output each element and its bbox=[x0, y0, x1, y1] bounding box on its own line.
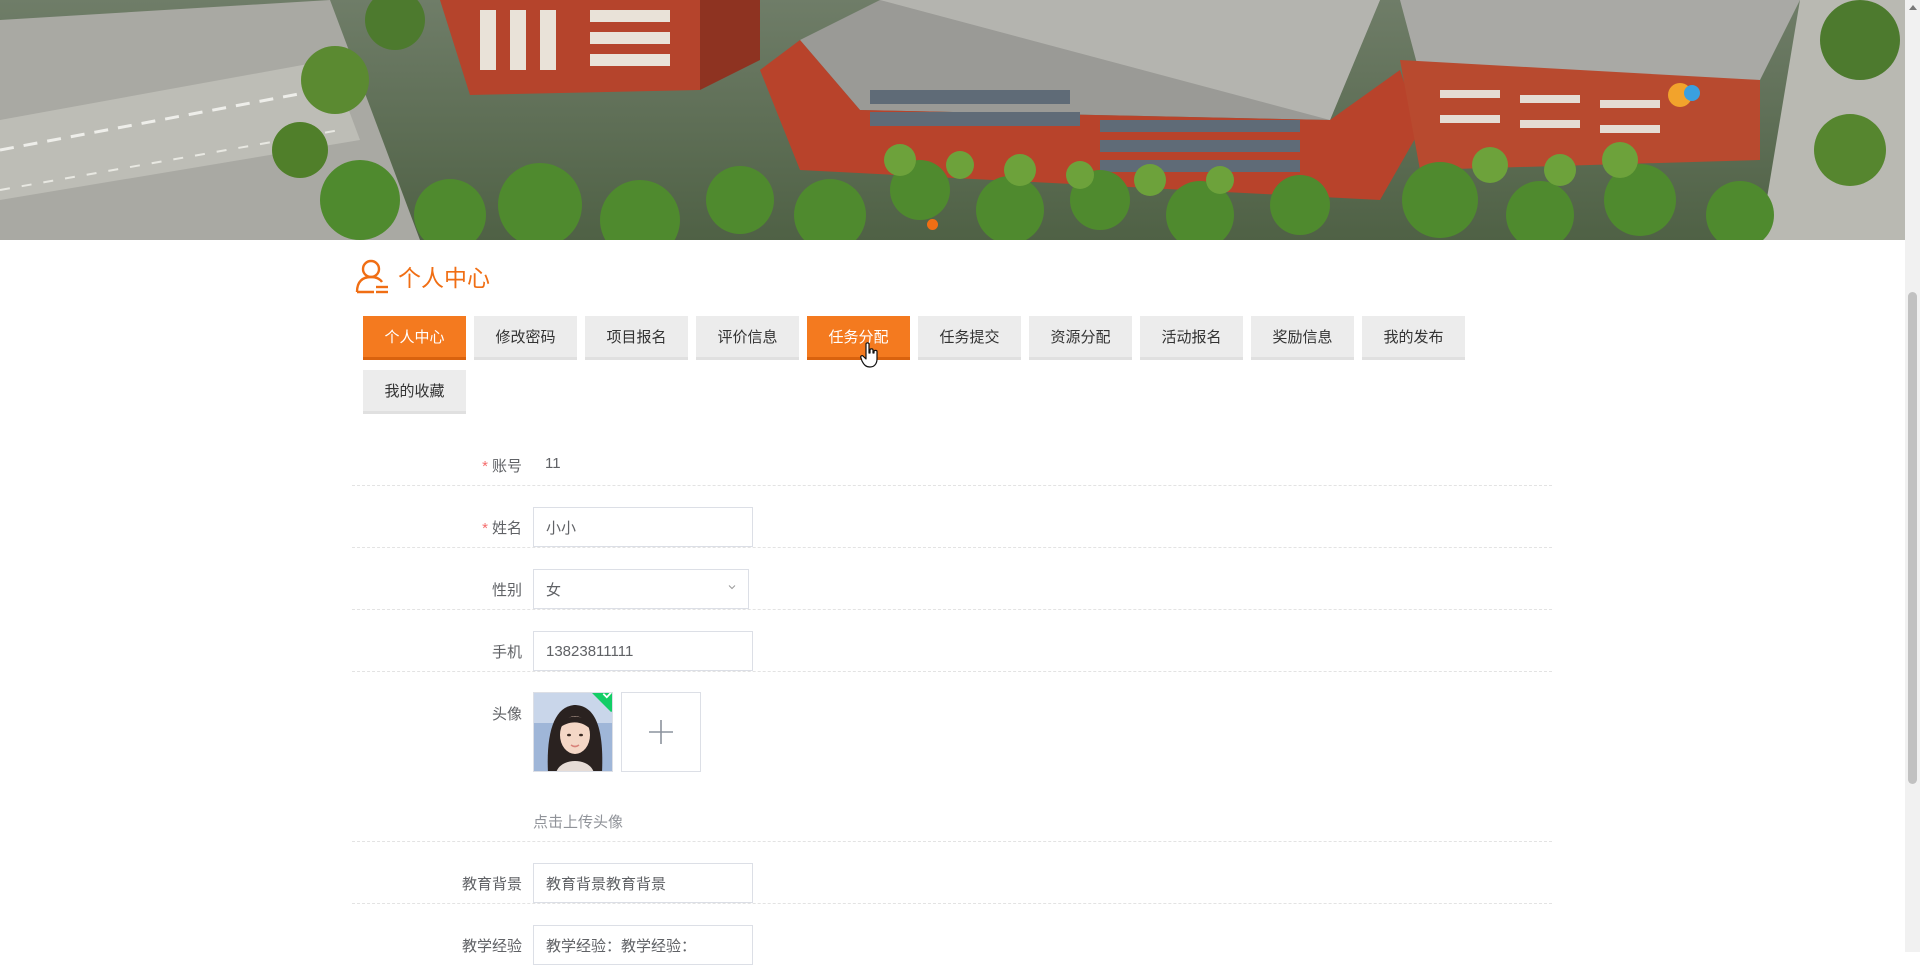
tab-change-password[interactable]: 修改密码 bbox=[474, 316, 577, 360]
education-label: 教育背景 bbox=[461, 876, 522, 893]
education-input[interactable]: 教育背景教育背景 bbox=[533, 863, 753, 903]
section-heading: 个人中心 bbox=[352, 256, 490, 296]
row-divider bbox=[352, 485, 1552, 486]
scrollbar-thumb[interactable] bbox=[1908, 292, 1917, 784]
page-title: 个人中心 bbox=[398, 265, 490, 291]
avatar-photo bbox=[534, 693, 612, 771]
tab-activity-signup[interactable]: 活动报名 bbox=[1140, 316, 1243, 360]
account-label: * 账号 bbox=[482, 458, 522, 475]
user-icon bbox=[355, 259, 388, 294]
tab-my-posts[interactable]: 我的发布 bbox=[1362, 316, 1465, 360]
row-divider bbox=[352, 671, 1552, 672]
tab-evaluation-info[interactable]: 评价信息 bbox=[696, 316, 799, 360]
check-icon bbox=[602, 693, 612, 699]
avatar-upload-hint: 点击上传头像 bbox=[533, 814, 624, 831]
tab-task-assignment[interactable]: 任务分配 bbox=[807, 316, 910, 360]
tab-reward-info[interactable]: 奖励信息 bbox=[1251, 316, 1354, 360]
carousel-indicator-dot[interactable] bbox=[927, 219, 938, 230]
row-divider bbox=[352, 547, 1552, 548]
gender-selected-value: 女 bbox=[546, 581, 562, 599]
avatar-upload-button[interactable] bbox=[621, 692, 701, 772]
account-value: 11 bbox=[545, 455, 561, 472]
tab-resource-allocation[interactable]: 资源分配 bbox=[1029, 316, 1132, 360]
tab-personal-center[interactable]: 个人中心 bbox=[363, 316, 466, 360]
phone-input[interactable]: 13823811111 bbox=[533, 631, 753, 671]
chevron-down-icon bbox=[728, 585, 736, 590]
phone-label: 手机 bbox=[491, 644, 522, 661]
gender-select[interactable]: 女 bbox=[533, 569, 749, 609]
name-input[interactable]: 小小 bbox=[533, 507, 753, 547]
row-divider bbox=[352, 903, 1552, 904]
tab-project-signup[interactable]: 项目报名 bbox=[585, 316, 688, 360]
row-divider bbox=[352, 841, 1552, 842]
name-label: * 姓名 bbox=[482, 520, 522, 537]
hand-cursor-icon bbox=[860, 342, 878, 368]
avatar-label: 头像 bbox=[491, 706, 522, 723]
gender-label: 性别 bbox=[491, 582, 522, 599]
campus-banner bbox=[0, 0, 1905, 240]
experience-input[interactable]: 教学经验：教学经验： bbox=[533, 925, 753, 965]
tab-task-submission[interactable]: 任务提交 bbox=[918, 316, 1021, 360]
campus-aerial-image bbox=[0, 0, 1905, 240]
plus-icon bbox=[649, 720, 673, 744]
scroll-up-arrow[interactable] bbox=[1905, 0, 1920, 15]
tab-my-favorites[interactable]: 我的收藏 bbox=[363, 370, 466, 414]
row-divider bbox=[352, 609, 1552, 610]
avatar-image[interactable] bbox=[533, 692, 613, 772]
experience-label: 教学经验 bbox=[461, 938, 522, 955]
